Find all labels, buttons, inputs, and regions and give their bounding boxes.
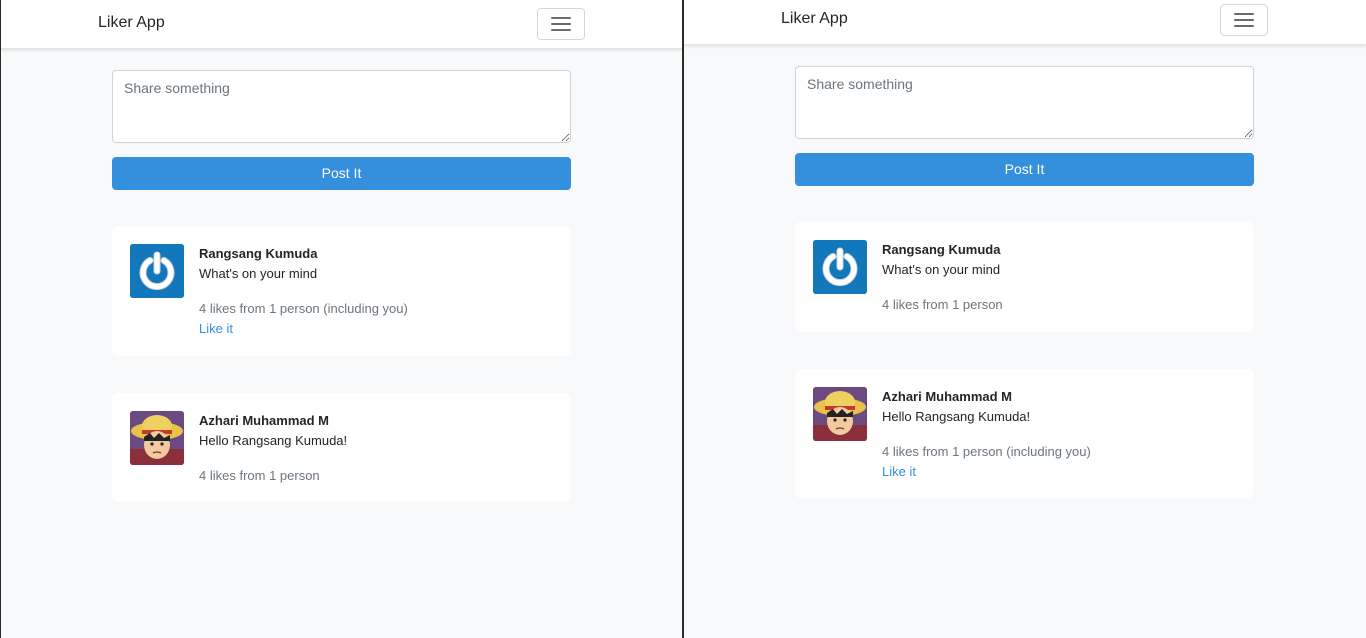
post-likes-count: 4 likes from 1 person (including you) (882, 444, 1091, 459)
post-it-button[interactable]: Post It (795, 153, 1254, 186)
post-it-button[interactable]: Post It (112, 157, 571, 190)
share-textarea[interactable] (112, 70, 571, 143)
like-it-link[interactable]: Like it (199, 321, 233, 336)
like-it-link[interactable]: Like it (882, 464, 916, 479)
post-card: Rangsang Kumuda What's on your mind 4 li… (795, 222, 1254, 332)
post-message: What's on your mind (882, 262, 1001, 277)
post-author: Azhari Muhammad M (199, 413, 330, 428)
anime-character-avatar (130, 411, 184, 465)
post-likes-count: 4 likes from 1 person (199, 468, 320, 483)
post-author: Rangsang Kumuda (199, 246, 318, 261)
hamburger-icon (551, 17, 571, 31)
navbar: Liker App (1, 0, 682, 49)
navbar: Liker App (684, 0, 1366, 45)
split-screen: Liker App Post It Rangsang Kumuda What's… (0, 0, 1366, 638)
power-icon-avatar (130, 244, 184, 298)
right-browser-pane: Liker App Post It Rangsang Kumuda What's… (684, 0, 1366, 638)
power-icon-avatar (813, 240, 867, 294)
post-author: Azhari Muhammad M (882, 389, 1013, 404)
share-textarea[interactable] (795, 66, 1254, 139)
post-message: Hello Rangsang Kumuda! (199, 433, 348, 448)
post-message: Hello Rangsang Kumuda! (882, 409, 1031, 424)
navbar-toggler-button[interactable] (1220, 4, 1268, 36)
post-likes-count: 4 likes from 1 person (882, 297, 1003, 312)
anime-character-avatar (813, 387, 867, 441)
navbar-brand[interactable]: Liker App (98, 14, 165, 32)
navbar-brand[interactable]: Liker App (781, 10, 848, 28)
post-author: Rangsang Kumuda (882, 242, 1001, 257)
post-card: Azhari Muhammad M Hello Rangsang Kumuda!… (112, 393, 571, 502)
post-message: What's on your mind (199, 266, 318, 281)
post-likes-count: 4 likes from 1 person (including you) (199, 301, 408, 316)
post-card: Azhari Muhammad M Hello Rangsang Kumuda!… (795, 369, 1254, 498)
hamburger-icon (1234, 13, 1254, 27)
post-card: Rangsang Kumuda What's on your mind 4 li… (112, 226, 571, 356)
left-browser-pane: Liker App Post It Rangsang Kumuda What's… (0, 0, 682, 638)
navbar-toggler-button[interactable] (537, 8, 585, 40)
